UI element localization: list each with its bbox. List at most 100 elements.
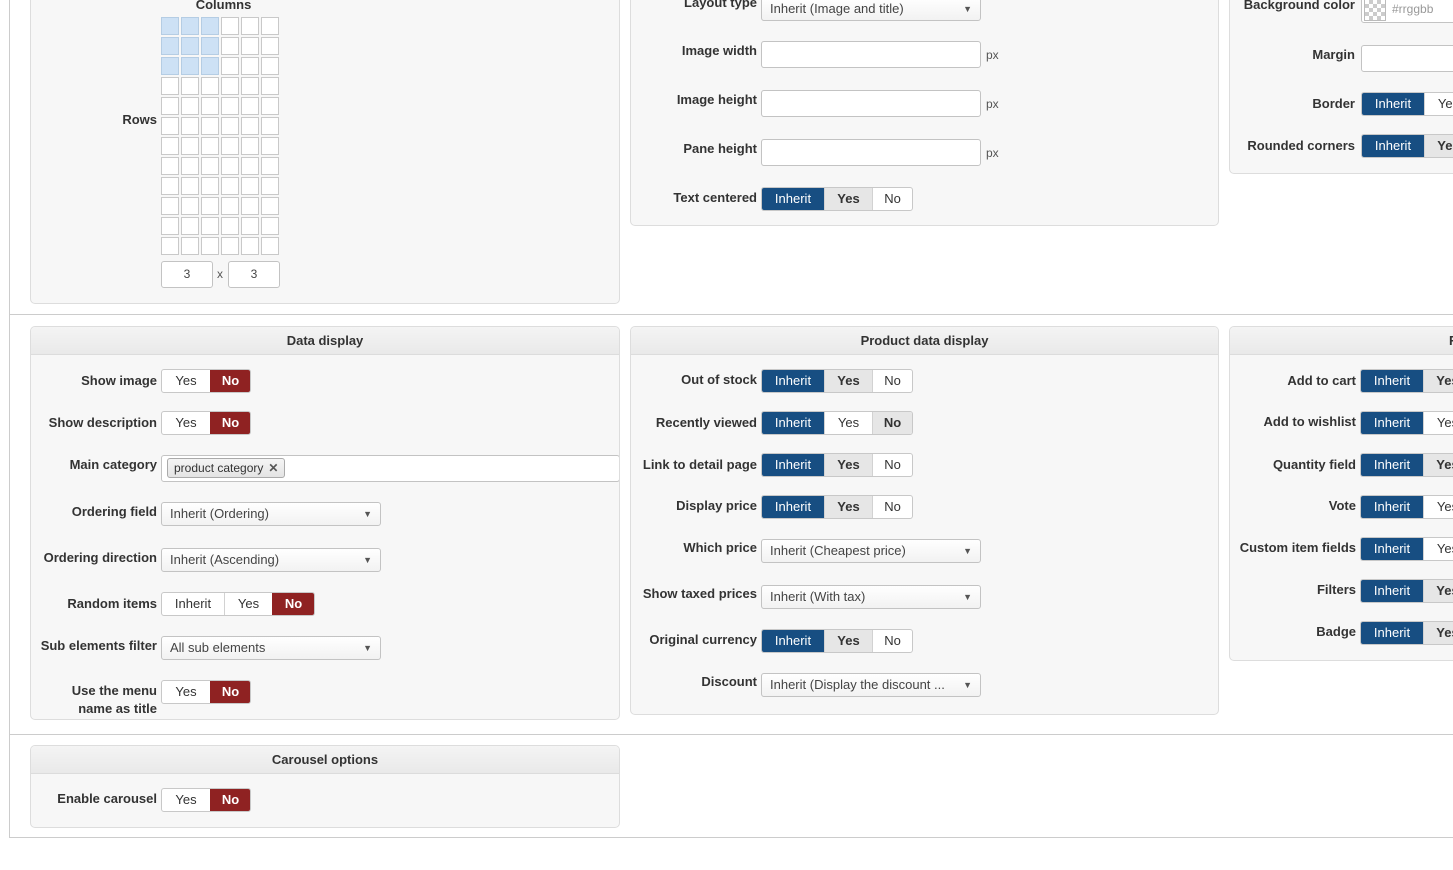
random-items-toggle[interactable]: Inherit Yes No — [161, 592, 315, 616]
inherit-option[interactable]: Inherit — [1361, 622, 1423, 644]
grid-cell[interactable] — [261, 117, 279, 135]
link-detail-toggle[interactable]: Inherit Yes No — [761, 453, 913, 477]
grid-cell[interactable] — [261, 77, 279, 95]
grid-cell[interactable] — [201, 197, 219, 215]
custom-item-fields-toggle[interactable]: Inherit Yes — [1360, 537, 1453, 561]
grid-cell[interactable] — [201, 117, 219, 135]
yes-option[interactable]: Yes — [824, 630, 872, 652]
grid-cell[interactable] — [181, 237, 199, 255]
grid-cell[interactable] — [241, 137, 259, 155]
discount-select[interactable]: Inherit (Display the discount ... ▼ — [761, 673, 981, 697]
grid-cell[interactable] — [241, 197, 259, 215]
grid-cell[interactable] — [221, 137, 239, 155]
grid-cell[interactable] — [261, 177, 279, 195]
inherit-option[interactable]: Inherit — [762, 412, 824, 434]
grid-cell[interactable] — [181, 77, 199, 95]
recently-viewed-toggle[interactable]: Inherit Yes No — [761, 411, 913, 435]
grid-cell[interactable] — [221, 157, 239, 175]
add-to-cart-toggle[interactable]: Inherit Yes — [1360, 369, 1453, 393]
no-option[interactable]: No — [210, 681, 250, 703]
which-price-select[interactable]: Inherit (Cheapest price) ▼ — [761, 539, 981, 563]
grid-cell[interactable] — [201, 217, 219, 235]
yes-option[interactable]: Yes — [824, 496, 872, 518]
no-option[interactable]: No — [872, 412, 912, 434]
yes-option[interactable]: Yes — [1423, 580, 1453, 602]
yes-option[interactable]: Yes — [824, 188, 872, 210]
inherit-option[interactable]: Inherit — [762, 454, 824, 476]
no-option[interactable]: No — [872, 188, 912, 210]
image-width-input[interactable] — [761, 41, 981, 68]
yes-option[interactable]: Yes — [1423, 412, 1453, 434]
yes-option[interactable]: Yes — [1423, 454, 1453, 476]
grid-cell[interactable] — [221, 77, 239, 95]
grid-cell[interactable] — [241, 57, 259, 75]
inherit-option[interactable]: Inherit — [1361, 454, 1423, 476]
pane-height-input[interactable] — [761, 139, 981, 166]
background-color-input[interactable]: #rrggbb — [1361, 0, 1453, 23]
grid-cell[interactable] — [161, 197, 179, 215]
no-option[interactable]: No — [872, 454, 912, 476]
grid-cell[interactable] — [261, 17, 279, 35]
inherit-option[interactable]: Inherit — [1362, 93, 1424, 115]
grid-cell[interactable] — [201, 137, 219, 155]
grid-cell[interactable] — [161, 237, 179, 255]
out-of-stock-toggle[interactable]: Inherit Yes No — [761, 369, 913, 393]
grid-cell[interactable] — [181, 57, 199, 75]
grid-cell[interactable] — [241, 77, 259, 95]
grid-cell[interactable] — [221, 97, 239, 115]
grid-cell[interactable] — [161, 217, 179, 235]
grid-cell[interactable] — [161, 57, 179, 75]
yes-option[interactable]: Yes — [1424, 135, 1453, 157]
inherit-option[interactable]: Inherit — [762, 370, 824, 392]
inherit-option[interactable]: Inherit — [1361, 538, 1423, 560]
grid-cell[interactable] — [201, 57, 219, 75]
show-description-toggle[interactable]: Yes No — [161, 411, 251, 435]
grid-cell[interactable] — [181, 97, 199, 115]
main-category-input[interactable]: product category ✕ — [161, 455, 619, 482]
no-option[interactable]: No — [872, 630, 912, 652]
grid-cell[interactable] — [241, 237, 259, 255]
no-option[interactable]: No — [210, 412, 250, 434]
grid-cell[interactable] — [161, 17, 179, 35]
grid-cell[interactable] — [221, 237, 239, 255]
grid-cell[interactable] — [241, 157, 259, 175]
grid-cell[interactable] — [161, 137, 179, 155]
menu-name-toggle[interactable]: Yes No — [161, 680, 251, 704]
grid-cell[interactable] — [161, 37, 179, 55]
grid-cell[interactable] — [221, 117, 239, 135]
grid-cell[interactable] — [261, 37, 279, 55]
ordering-direction-select[interactable]: Inherit (Ascending) ▼ — [161, 548, 381, 572]
yes-option[interactable]: Yes — [1423, 538, 1453, 560]
yes-option[interactable]: Yes — [824, 412, 872, 434]
filters-toggle[interactable]: Inherit Yes — [1360, 579, 1453, 603]
yes-option[interactable]: Yes — [162, 789, 210, 811]
inherit-option[interactable]: Inherit — [1362, 135, 1424, 157]
grid-cell[interactable] — [161, 177, 179, 195]
grid-cell[interactable] — [261, 197, 279, 215]
yes-option[interactable]: Yes — [1423, 370, 1453, 392]
grid-cell[interactable] — [181, 197, 199, 215]
enable-carousel-toggle[interactable]: Yes No — [161, 788, 251, 812]
grid-cell[interactable] — [221, 177, 239, 195]
original-currency-toggle[interactable]: Inherit Yes No — [761, 629, 913, 653]
add-to-wishlist-toggle[interactable]: Inherit Yes — [1360, 411, 1453, 435]
border-toggle[interactable]: Inherit Yes — [1361, 92, 1453, 116]
text-centered-toggle[interactable]: Inherit Yes No — [761, 187, 913, 211]
grid-cell[interactable] — [261, 237, 279, 255]
grid-cell[interactable] — [261, 57, 279, 75]
no-option[interactable]: No — [872, 496, 912, 518]
grid-cell[interactable] — [221, 37, 239, 55]
grid-cell[interactable] — [181, 37, 199, 55]
grid-cell[interactable] — [221, 17, 239, 35]
inherit-option[interactable]: Inherit — [1361, 412, 1423, 434]
grid-cell[interactable] — [261, 97, 279, 115]
grid-cell[interactable] — [241, 37, 259, 55]
yes-option[interactable]: Yes — [162, 412, 210, 434]
grid-cell[interactable] — [161, 97, 179, 115]
no-option[interactable]: No — [272, 593, 314, 615]
grid-cell[interactable] — [241, 97, 259, 115]
grid-cell[interactable] — [261, 217, 279, 235]
grid-cell[interactable] — [261, 157, 279, 175]
yes-option[interactable]: Yes — [1423, 496, 1453, 518]
grid-cell[interactable] — [201, 177, 219, 195]
